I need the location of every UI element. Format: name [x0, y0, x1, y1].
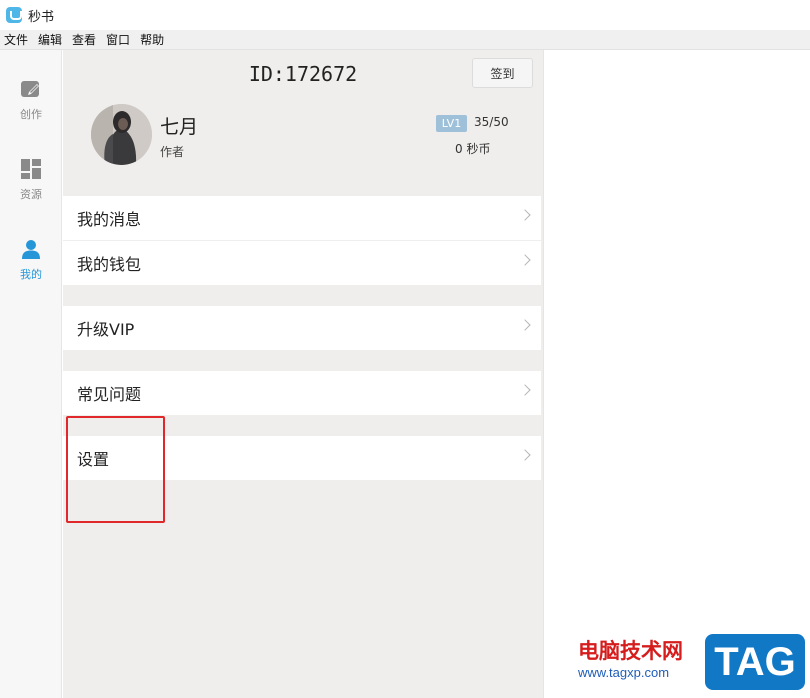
menu-window[interactable]: 窗口 [106, 31, 130, 48]
grid-icon [20, 158, 42, 180]
signin-button[interactable]: 签到 [472, 58, 533, 88]
menu-row-vip[interactable]: 升级VIP [63, 306, 541, 350]
watermark-tag-logo: TAG [705, 634, 805, 690]
chevron-right-icon [519, 319, 531, 331]
row-label-vip: 升级VIP [77, 320, 135, 339]
user-icon [20, 238, 42, 260]
menu-file[interactable]: 文件 [4, 31, 28, 48]
chevron-right-icon [519, 449, 531, 461]
menu-row-messages[interactable]: 我的消息 [63, 196, 541, 240]
left-nav-rail: 创作 资源 我的 [0, 50, 62, 698]
menu-view[interactable]: 查看 [72, 31, 96, 48]
user-id: ID:172672 [248, 62, 358, 86]
rail-label-mine: 我的 [20, 268, 42, 281]
settings-highlight-box [66, 416, 165, 523]
menu-edit[interactable]: 编辑 [38, 31, 62, 48]
menu-bar: 文件 编辑 查看 窗口 帮助 [0, 30, 810, 50]
app-logo-icon [6, 7, 22, 23]
profile-panel: ID:172672 签到 七月 作者 LV1 35/50 0 秒币 我的消息 我… [63, 50, 543, 698]
level-progress: 35/50 [474, 115, 509, 129]
rail-label-resources: 资源 [20, 188, 42, 201]
row-label-faq: 常见问题 [77, 385, 142, 404]
rail-label-create: 创作 [20, 108, 42, 121]
user-role: 作者 [160, 145, 185, 159]
edit-icon [20, 78, 42, 100]
rail-item-mine[interactable]: 我的 [0, 232, 62, 292]
avatar[interactable] [91, 104, 152, 165]
title-bar: 秒书 [0, 0, 810, 30]
rail-item-resources[interactable]: 资源 [0, 152, 62, 212]
content-area [543, 50, 810, 698]
rail-item-create[interactable]: 创作 [0, 72, 62, 132]
row-label-wallet: 我的钱包 [77, 255, 142, 274]
menu-help[interactable]: 帮助 [140, 31, 164, 48]
row-label-messages: 我的消息 [77, 210, 142, 229]
menu-row-wallet[interactable]: 我的钱包 [63, 241, 541, 285]
app-title: 秒书 [28, 9, 55, 25]
coin-balance: 0 秒币 [455, 142, 491, 156]
menu-row-faq[interactable]: 常见问题 [63, 371, 541, 415]
chevron-right-icon [519, 254, 531, 266]
watermark-site-name: 电脑技术网 [578, 638, 683, 663]
chevron-right-icon [519, 384, 531, 396]
watermark-url: www.tagxp.com [578, 665, 670, 680]
level-badge: LV1 [436, 115, 467, 132]
user-name: 七月 [160, 116, 199, 138]
chevron-right-icon [519, 209, 531, 221]
